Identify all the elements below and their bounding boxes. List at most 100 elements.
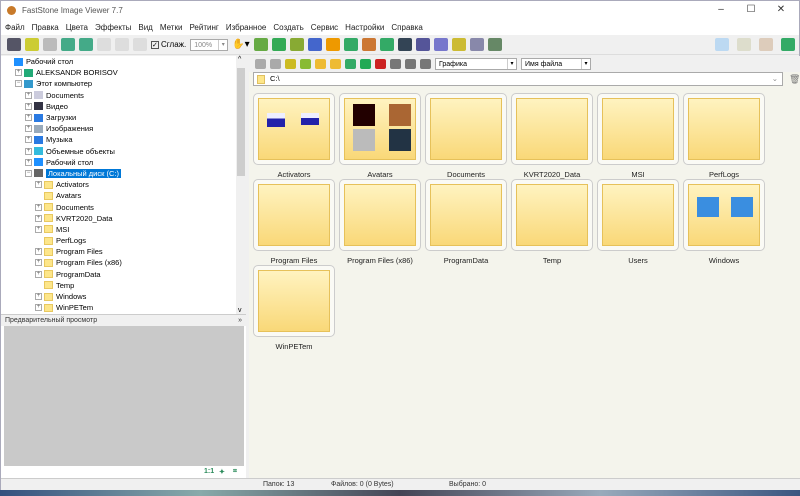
tree-scrollbar[interactable]: ^ v <box>236 56 246 314</box>
tree-folder[interactable]: + MSI <box>1 224 236 235</box>
close-button[interactable]: ✕ <box>761 1 800 19</box>
expand-toggle[interactable]: + <box>35 248 42 256</box>
toolbar-tool-icon-3[interactable] <box>307 38 322 51</box>
expand-toggle[interactable]: + <box>35 181 42 189</box>
tree-item[interactable]: + Рабочий стол <box>1 157 236 168</box>
nav-icon-10[interactable] <box>405 59 416 69</box>
nav-icon-1[interactable] <box>270 59 281 69</box>
toolbar-tool-icon-0[interactable] <box>253 38 268 51</box>
actual-size-button[interactable]: 1:1 <box>204 468 214 475</box>
folder-thumbnail[interactable]: MSI <box>597 93 679 179</box>
menu-item[interactable]: Сервис <box>311 23 338 32</box>
menu-item[interactable]: Правка <box>32 23 59 32</box>
expand-toggle[interactable]: + <box>25 136 32 144</box>
tree-item-desktop[interactable]: Рабочий стол <box>1 56 236 67</box>
tree-item[interactable]: + Музыка <box>1 134 236 145</box>
tree-item[interactable]: + Объемные объекты <box>1 146 236 157</box>
folder-thumbnail[interactable]: Users <box>597 179 679 265</box>
toolbar-tool-icon-12[interactable] <box>469 38 484 51</box>
toolbar-icon-7[interactable] <box>133 38 147 51</box>
nav-icon-3[interactable] <box>300 59 311 69</box>
menu-item[interactable]: Избранное <box>226 23 267 32</box>
toolbar-tool-icon-10[interactable] <box>433 38 448 51</box>
menu-item[interactable]: Метки <box>160 23 183 32</box>
tree-item-user[interactable]: + ALEKSANDR BORISOV <box>1 67 236 78</box>
sort-select[interactable]: Имя файла ▾ <box>521 58 591 70</box>
tree-folder[interactable]: + WinPETem <box>1 302 236 313</box>
toolbar-icon-5[interactable] <box>97 38 111 51</box>
tree-item-computer[interactable]: − Этот компьютер <box>1 78 236 89</box>
tree-folder[interactable]: + Activators <box>1 179 236 190</box>
expand-toggle[interactable]: + <box>25 91 32 99</box>
tree-folder[interactable]: + Program Files <box>1 246 236 257</box>
folder-thumbnail[interactable]: Program Files <box>253 179 335 265</box>
tree-folder[interactable]: + ProgramData <box>1 269 236 280</box>
tree-folder[interactable]: + Documents <box>1 201 236 212</box>
menu-item[interactable]: Создать <box>273 23 303 32</box>
menu-item[interactable]: Файл <box>5 23 25 32</box>
nav-icon-2[interactable] <box>285 59 296 69</box>
zoom-fit-icon[interactable]: ✦ <box>219 468 225 476</box>
tree-item-drive-c[interactable]: − Локальный диск (C:) <box>1 168 236 179</box>
toolbar-tool-icon-9[interactable] <box>415 38 430 51</box>
folder-thumbnail[interactable]: ProgramData <box>425 179 507 265</box>
toolbar-tool-icon-13[interactable] <box>487 38 502 51</box>
toolbar-icon-4[interactable] <box>79 38 93 51</box>
toolbar-tool-icon-5[interactable] <box>343 38 358 51</box>
tree-item[interactable]: + Видео <box>1 101 236 112</box>
folder-thumbnail[interactable]: PerfLogs <box>683 93 765 179</box>
trash-icon[interactable]: 🗑 <box>789 74 800 85</box>
toolbar-tool-icon-4[interactable] <box>325 38 340 51</box>
folder-thumbnail[interactable]: Program Files (x86) <box>339 179 421 265</box>
toolbar-tool-icon-1[interactable] <box>271 38 286 51</box>
view-mode-icon-1[interactable] <box>737 38 751 51</box>
nav-icon-8[interactable] <box>375 59 386 69</box>
expand-toggle[interactable]: + <box>25 114 32 122</box>
nav-icon-6[interactable] <box>345 59 356 69</box>
folder-thumbnail[interactable]: WinPETem <box>253 265 335 351</box>
menu-item[interactable]: Эффекты <box>95 23 131 32</box>
tree-folder[interactable]: + KVRT2020_Data <box>1 213 236 224</box>
zoom-select[interactable]: 100% ▾ <box>190 38 229 51</box>
folder-thumbnail[interactable]: KVRT2020_Data <box>511 93 593 179</box>
tree-folder[interactable]: PerfLogs <box>1 235 236 246</box>
address-bar[interactable]: C:\ ⌄ <box>253 72 783 86</box>
menu-item[interactable]: Рейтинг <box>189 23 218 32</box>
expand-toggle[interactable]: + <box>25 147 32 155</box>
expand-toggle[interactable]: + <box>35 304 42 312</box>
expand-toggle[interactable]: + <box>25 158 32 166</box>
tree-item[interactable]: + Изображения <box>1 123 236 134</box>
folder-thumbnail[interactable]: Windows <box>683 179 765 265</box>
menu-item[interactable]: Цвета <box>66 23 88 32</box>
smooth-checkbox[interactable]: ✓ Сглаж. <box>151 40 186 49</box>
tree-item[interactable]: + Documents <box>1 90 236 101</box>
folder-thumbnail[interactable]: Activators <box>253 93 335 179</box>
toolbar-tool-icon-8[interactable] <box>397 38 412 51</box>
view-mode-icon-0[interactable] <box>715 38 729 51</box>
expand-toggle[interactable]: + <box>35 259 42 267</box>
tree-folder[interactable]: + Program Files (x86) <box>1 257 236 268</box>
view-mode-icon-3[interactable] <box>781 38 795 51</box>
expand-toggle[interactable]: + <box>15 69 22 77</box>
toolbar-tool-icon-7[interactable] <box>379 38 394 51</box>
folder-thumbnail[interactable]: Temp <box>511 179 593 265</box>
expand-toggle[interactable]: + <box>25 125 32 133</box>
fullscreen-icon[interactable]: ⌗ <box>233 468 237 476</box>
tree-folder[interactable]: Temp <box>1 280 236 291</box>
expand-toggle[interactable]: + <box>35 203 42 211</box>
expand-toggle[interactable]: − <box>25 169 32 177</box>
toolbar-icon-1[interactable] <box>25 38 39 51</box>
expand-toggle[interactable]: + <box>35 293 42 301</box>
hand-tool-icon[interactable]: ✋▾ <box>232 39 249 50</box>
nav-icon-7[interactable] <box>360 59 371 69</box>
expand-toggle[interactable]: + <box>35 214 42 222</box>
toolbar-icon-3[interactable] <box>61 38 75 51</box>
nav-icon-4[interactable] <box>315 59 326 69</box>
menu-item[interactable]: Настройки <box>345 23 384 32</box>
menu-item[interactable]: Справка <box>391 23 422 32</box>
toolbar-tool-icon-2[interactable] <box>289 38 304 51</box>
tree-folder[interactable]: + Windows <box>1 291 236 302</box>
toolbar-tool-icon-6[interactable] <box>361 38 376 51</box>
view-mode-icon-2[interactable] <box>759 38 773 51</box>
folder-thumbnail[interactable]: Avatars <box>339 93 421 179</box>
